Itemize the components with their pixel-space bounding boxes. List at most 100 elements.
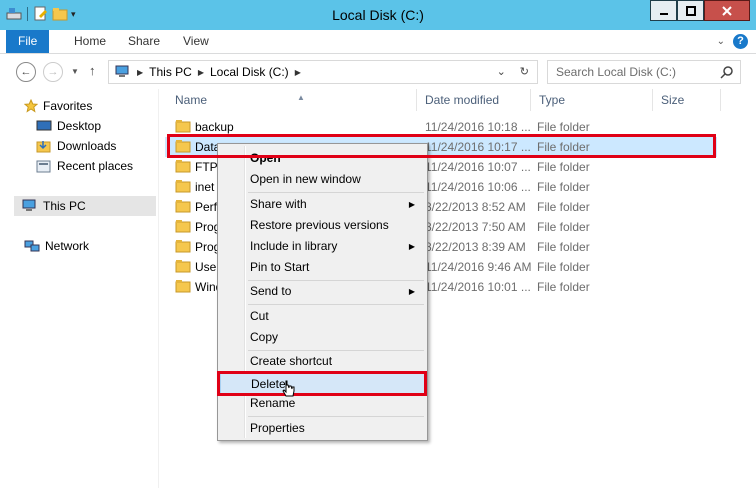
nav-favorites-label: Favorites bbox=[43, 99, 93, 113]
menu-separator bbox=[248, 416, 424, 417]
file-name: inet bbox=[195, 180, 215, 194]
menu-item-cut[interactable]: Cut bbox=[220, 306, 425, 327]
network-icon bbox=[24, 240, 40, 252]
window-title: Local Disk (C:) bbox=[332, 7, 424, 23]
nav-item-label: Downloads bbox=[57, 139, 117, 153]
breadcrumb-local-disk[interactable]: Local Disk (C:) bbox=[210, 65, 289, 79]
menu-item-pin-to-start[interactable]: Pin to Start bbox=[220, 257, 425, 278]
file-date: 11/24/2016 9:46 AM bbox=[425, 260, 532, 274]
maximize-button[interactable] bbox=[677, 0, 704, 21]
search-icon bbox=[720, 66, 733, 79]
file-type: File folder bbox=[537, 280, 590, 294]
help-icon[interactable]: ? bbox=[733, 34, 748, 49]
file-type: File folder bbox=[537, 260, 590, 274]
tab-home[interactable]: Home bbox=[60, 30, 120, 53]
minimize-icon bbox=[659, 12, 668, 15]
folder-icon bbox=[175, 200, 191, 213]
navigation-bar: ← → ▼ ↑ ▶ This PC ▶ Local Disk (C:) ▶ ⌄ … bbox=[0, 55, 756, 89]
menu-item-rename[interactable]: Rename bbox=[220, 393, 425, 414]
file-date: 11/24/2016 10:06 ... bbox=[425, 180, 531, 194]
navigation-pane: Favorites Desktop Downloads Recent place… bbox=[0, 89, 158, 488]
file-type: File folder bbox=[537, 160, 590, 174]
minimize-button[interactable] bbox=[650, 0, 677, 21]
file-date: 8/22/2013 7:50 AM bbox=[425, 220, 526, 234]
column-header-type[interactable]: Type bbox=[531, 89, 653, 111]
breadcrumb-separator: ▶ bbox=[294, 67, 301, 77]
column-header-name[interactable]: Name ▲ bbox=[167, 89, 417, 111]
file-type: File folder bbox=[537, 240, 590, 254]
title-bar: ▾ Local Disk (C:) bbox=[0, 0, 756, 30]
column-header-size[interactable]: Size bbox=[653, 89, 721, 111]
up-button[interactable]: ↑ bbox=[89, 63, 96, 78]
file-date: 11/24/2016 10:07 ... bbox=[425, 160, 531, 174]
ribbon-tabs: File Home Share View ⌄ ? bbox=[0, 30, 756, 54]
menu-item-create-shortcut[interactable]: Create shortcut bbox=[220, 351, 425, 372]
nav-network-label: Network bbox=[45, 239, 90, 253]
menu-item-restore-previous-versions[interactable]: Restore previous versions bbox=[220, 215, 425, 236]
menu-item-copy[interactable]: Copy bbox=[220, 327, 425, 348]
close-button[interactable] bbox=[704, 0, 750, 21]
file-name: FTP bbox=[195, 160, 218, 174]
folder-icon bbox=[175, 240, 191, 253]
back-button[interactable]: ← bbox=[16, 62, 36, 82]
submenu-arrow-icon: ▶ bbox=[408, 287, 415, 296]
submenu-arrow-icon: ▶ bbox=[408, 242, 415, 251]
file-date: 11/24/2016 10:01 ... bbox=[425, 280, 531, 294]
context-menu: Open Open in new window Share with ▶ Res… bbox=[217, 143, 428, 441]
address-dropdown-icon[interactable]: ⌄ bbox=[497, 65, 506, 78]
breadcrumb-separator: ▶ bbox=[137, 67, 144, 77]
menu-item-label: Include in library bbox=[250, 239, 338, 253]
nav-item-downloads[interactable]: Downloads bbox=[36, 136, 116, 156]
menu-separator bbox=[248, 304, 424, 305]
refresh-icon[interactable]: ↻ bbox=[520, 65, 529, 78]
cursor-icon bbox=[282, 380, 295, 397]
nav-item-recent-places[interactable]: Recent places bbox=[36, 156, 133, 176]
desktop-icon bbox=[36, 120, 52, 131]
submenu-arrow-icon: ▶ bbox=[408, 200, 415, 209]
star-icon bbox=[24, 99, 38, 113]
menu-item-send-to[interactable]: Send to ▶ bbox=[220, 281, 425, 302]
expand-ribbon-icon[interactable]: ⌄ bbox=[717, 36, 725, 47]
search-placeholder: Search Local Disk (C:) bbox=[556, 65, 677, 79]
recent-locations-icon[interactable]: ▼ bbox=[71, 67, 79, 76]
window-controls bbox=[650, 0, 750, 21]
nav-item-this-pc[interactable]: This PC bbox=[14, 196, 156, 216]
sort-ascending-icon: ▲ bbox=[297, 93, 305, 102]
nav-item-label: Desktop bbox=[57, 119, 102, 133]
close-icon bbox=[722, 5, 732, 16]
column-header-date[interactable]: Date modified bbox=[417, 89, 531, 111]
nav-item-desktop[interactable]: Desktop bbox=[36, 116, 101, 136]
tab-share[interactable]: Share bbox=[114, 30, 174, 53]
breadcrumb-this-pc[interactable]: This PC bbox=[149, 65, 192, 79]
column-name-label: Name bbox=[175, 93, 208, 107]
nav-item-network[interactable]: Network bbox=[24, 236, 89, 256]
computer-icon bbox=[22, 199, 36, 211]
downloads-icon bbox=[36, 141, 51, 153]
nav-item-label: Recent places bbox=[57, 159, 134, 173]
folder-icon bbox=[175, 180, 191, 193]
menu-item-properties[interactable]: Properties bbox=[220, 418, 425, 439]
menu-item-share-with[interactable]: Share with ▶ bbox=[220, 194, 425, 215]
file-type: File folder bbox=[537, 200, 590, 214]
file-date: 11/24/2016 10:18 ... bbox=[425, 120, 531, 134]
forward-button[interactable]: → bbox=[43, 62, 63, 82]
folder-icon bbox=[175, 280, 191, 293]
menu-item-label: Share with bbox=[250, 197, 307, 211]
maximize-icon bbox=[685, 5, 696, 16]
address-bar[interactable]: ▶ This PC ▶ Local Disk (C:) ▶ ⌄ ↻ bbox=[108, 60, 538, 84]
tab-view[interactable]: View bbox=[169, 30, 223, 53]
menu-separator bbox=[248, 192, 424, 193]
search-input[interactable]: Search Local Disk (C:) bbox=[547, 60, 741, 84]
menu-item-open-new-window[interactable]: Open in new window bbox=[220, 169, 425, 190]
folder-icon bbox=[175, 120, 191, 133]
folder-icon bbox=[175, 260, 191, 273]
nav-this-pc-label: This PC bbox=[43, 199, 86, 213]
file-type: File folder bbox=[537, 120, 590, 134]
folder-icon bbox=[175, 160, 191, 173]
tab-file[interactable]: File bbox=[6, 30, 50, 53]
highlight-box-delete bbox=[217, 371, 427, 396]
file-type: File folder bbox=[537, 180, 590, 194]
nav-favorites[interactable]: Favorites bbox=[24, 96, 92, 116]
menu-item-include-in-library[interactable]: Include in library ▶ bbox=[220, 236, 425, 257]
file-name: Perfl bbox=[195, 200, 220, 214]
